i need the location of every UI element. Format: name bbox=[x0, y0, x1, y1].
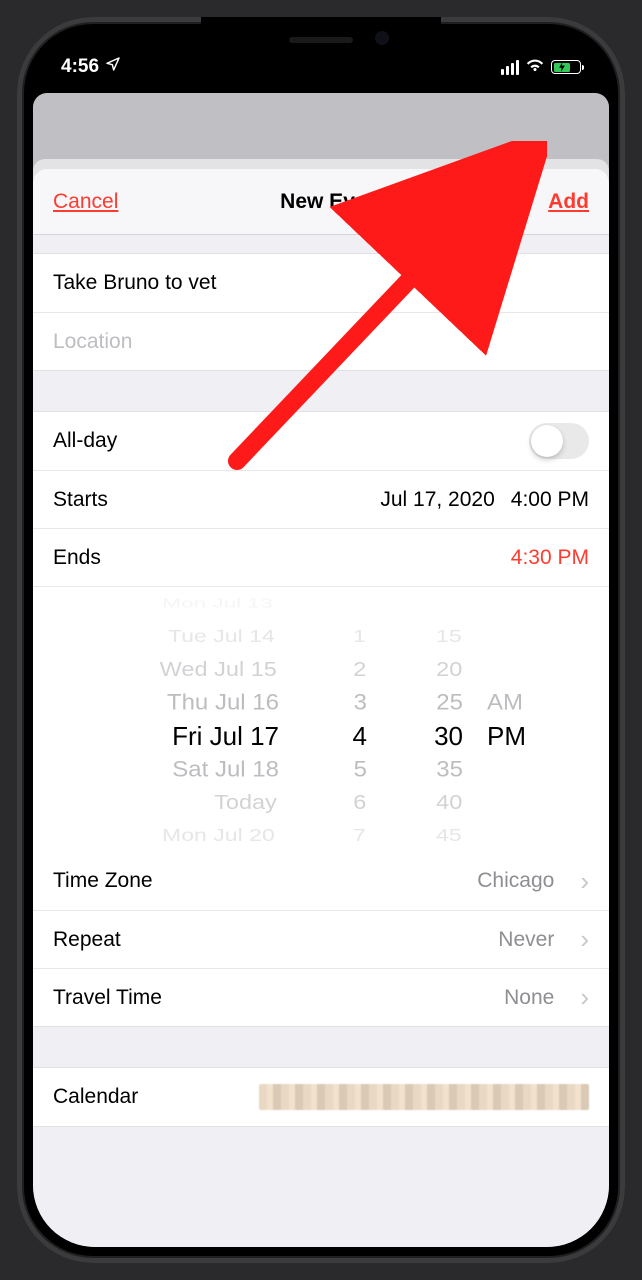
notch bbox=[201, 17, 441, 53]
event-location-input[interactable] bbox=[53, 330, 589, 354]
allday-cell[interactable]: All-day bbox=[33, 412, 609, 470]
ends-cell[interactable]: Ends 4:30 PM bbox=[33, 528, 609, 586]
allday-toggle[interactable] bbox=[529, 423, 589, 459]
title-cell[interactable] bbox=[33, 254, 609, 312]
add-button[interactable]: Add bbox=[548, 190, 589, 214]
status-time: 4:56 bbox=[61, 56, 99, 78]
timezone-label: Time Zone bbox=[53, 869, 153, 893]
calendar-group: Calendar bbox=[33, 1067, 609, 1127]
new-event-sheet: Cancel New Event Add bbox=[33, 169, 609, 1247]
starts-label: Starts bbox=[53, 488, 108, 512]
time-group: All-day Starts Jul 17, 2020 4:00 PM Ends bbox=[33, 411, 609, 1027]
repeat-cell[interactable]: Repeat Never › bbox=[33, 910, 609, 968]
ends-label: Ends bbox=[53, 546, 101, 570]
calendar-value-redacted bbox=[259, 1084, 589, 1110]
battery-icon bbox=[551, 60, 581, 74]
picker-minute-col[interactable]: 15 20 25 30 35 40 45 bbox=[381, 587, 477, 852]
cancel-button[interactable]: Cancel bbox=[53, 190, 118, 214]
ends-time: 4:30 PM bbox=[511, 546, 589, 570]
starts-cell[interactable]: Starts Jul 17, 2020 4:00 PM bbox=[33, 470, 609, 528]
picker-hour-selected: 4 bbox=[293, 720, 381, 753]
chevron-right-icon: › bbox=[580, 866, 589, 897]
calendar-label: Calendar bbox=[53, 1085, 138, 1109]
screen: 4:56 Cancel New Even bbox=[33, 33, 609, 1247]
picker-ampm-selected: PM bbox=[477, 720, 589, 753]
title-location-group bbox=[33, 253, 609, 371]
picker-ampm-col[interactable]: AM PM bbox=[477, 587, 589, 852]
phone-frame: 4:56 Cancel New Even bbox=[17, 17, 625, 1263]
travel-time-value: None bbox=[504, 986, 554, 1010]
travel-time-cell[interactable]: Travel Time None › bbox=[33, 968, 609, 1026]
wifi-icon bbox=[525, 56, 545, 78]
travel-time-label: Travel Time bbox=[53, 986, 162, 1010]
allday-label: All-day bbox=[53, 429, 117, 453]
timezone-cell[interactable]: Time Zone Chicago › bbox=[33, 852, 609, 910]
picker-date-col[interactable]: Mon Jul 13 Tue Jul 14 Wed Jul 15 Thu Jul… bbox=[53, 587, 293, 852]
starts-date: Jul 17, 2020 bbox=[380, 488, 494, 512]
modal-title: New Event bbox=[280, 190, 386, 214]
picker-date-selected: Fri Jul 17 bbox=[53, 720, 293, 753]
chevron-right-icon: › bbox=[580, 924, 589, 955]
datetime-picker[interactable]: Mon Jul 13 Tue Jul 14 Wed Jul 15 Thu Jul… bbox=[33, 586, 609, 852]
starts-time: 4:00 PM bbox=[511, 488, 589, 512]
picker-minute-selected: 30 bbox=[381, 720, 477, 753]
chevron-right-icon: › bbox=[580, 982, 589, 1013]
timezone-value: Chicago bbox=[477, 869, 554, 893]
location-cell[interactable] bbox=[33, 312, 609, 370]
event-title-input[interactable] bbox=[53, 271, 589, 295]
repeat-label: Repeat bbox=[53, 928, 121, 952]
cellular-signal-icon bbox=[501, 60, 519, 75]
location-arrow-icon bbox=[105, 56, 121, 78]
repeat-value: Never bbox=[498, 928, 554, 952]
picker-hour-col[interactable]: 1 2 3 4 5 6 7 bbox=[293, 587, 381, 852]
calendar-cell[interactable]: Calendar bbox=[33, 1068, 609, 1126]
modal-nav: Cancel New Event Add bbox=[33, 169, 609, 235]
